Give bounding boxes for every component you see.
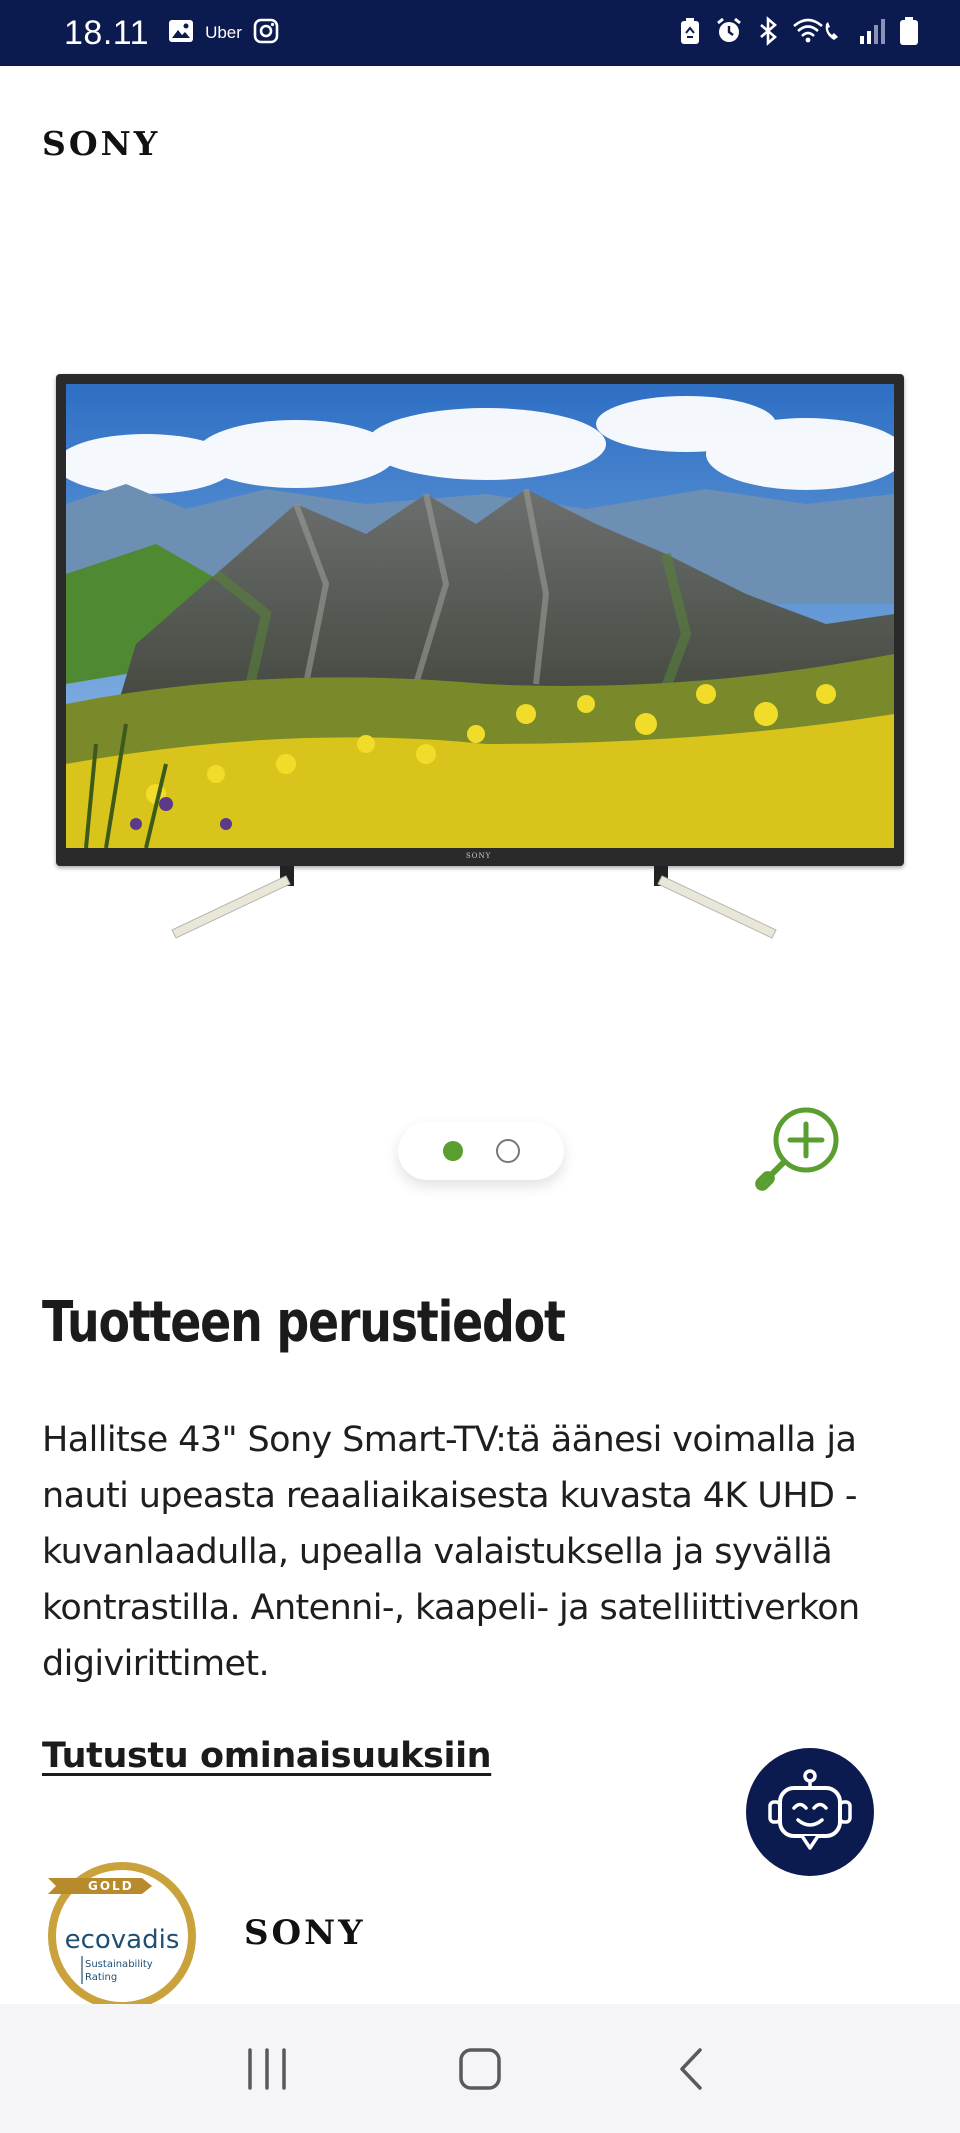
tv-frame bbox=[56, 374, 904, 866]
ecovadis-sub2: Rating bbox=[85, 1972, 117, 1983]
sony-logo[interactable]: SONY bbox=[42, 124, 160, 163]
home-button[interactable] bbox=[440, 2029, 520, 2109]
status-bar: 18.11 Uber bbox=[0, 0, 960, 66]
carousel-indicator bbox=[398, 1122, 564, 1180]
sony-logo-bottom: SONY bbox=[244, 1913, 366, 1953]
notification-icons: Uber bbox=[167, 17, 280, 49]
gallery-icon bbox=[167, 17, 195, 49]
wifi-call-icon bbox=[792, 16, 846, 50]
recent-apps-icon bbox=[247, 2047, 286, 2090]
recent-apps-button[interactable] bbox=[227, 2029, 307, 2109]
ecovadis-name: ecovadis bbox=[65, 1925, 180, 1955]
tv-brand-label: SONY bbox=[466, 852, 492, 860]
recycle-icon bbox=[678, 16, 702, 50]
carousel-dot-1[interactable] bbox=[442, 1141, 463, 1161]
ecovadis-level: GOLD bbox=[88, 1879, 134, 1893]
product-image[interactable]: SONY bbox=[56, 374, 904, 939]
robot-icon bbox=[768, 1769, 852, 1850]
instagram-icon bbox=[252, 17, 280, 49]
alarm-icon bbox=[714, 16, 744, 50]
tv-screen bbox=[66, 384, 894, 848]
carousel-dot-2[interactable] bbox=[495, 1139, 520, 1163]
system-nav-bar bbox=[0, 2004, 960, 2133]
uber-icon: Uber bbox=[205, 23, 242, 42]
back-icon bbox=[680, 2047, 703, 2090]
chatbot-button[interactable] bbox=[746, 1748, 874, 1876]
back-button[interactable] bbox=[653, 2029, 733, 2109]
bluetooth-icon bbox=[756, 16, 780, 50]
tv-stand-right bbox=[654, 866, 777, 939]
zoom-in-icon bbox=[755, 1107, 839, 1191]
features-link[interactable]: Tutustu ominaisuuksiin bbox=[42, 1736, 492, 1776]
system-icons bbox=[678, 16, 920, 50]
tv-stand-left bbox=[171, 866, 294, 939]
zoom-button[interactable] bbox=[752, 1098, 848, 1194]
ecovadis-sub1: Sustainability bbox=[85, 1959, 153, 1970]
ecovadis-badge: GOLD ecovadis Sustainability Rating bbox=[42, 1856, 202, 2010]
signal-icon bbox=[858, 16, 886, 50]
battery-icon bbox=[898, 16, 920, 50]
section-title: Tuotteen perustiedot bbox=[42, 1290, 566, 1355]
home-icon bbox=[459, 2047, 501, 2090]
status-time: 18.11 bbox=[64, 13, 150, 52]
product-description: Hallitse 43" Sony Smart-TV:tä äänesi voi… bbox=[42, 1420, 860, 1684]
